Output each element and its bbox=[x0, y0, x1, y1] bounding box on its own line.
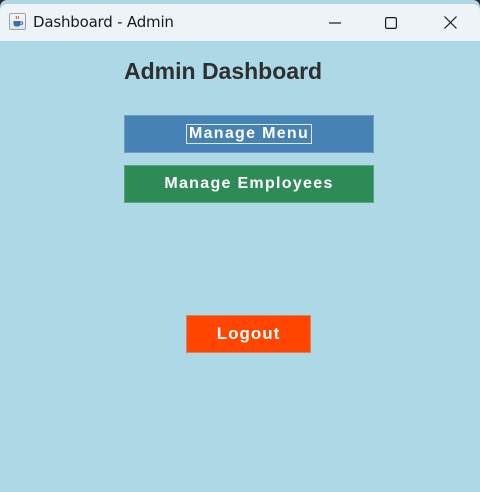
page-title: Admin Dashboard bbox=[124, 58, 323, 84]
maximize-button[interactable] bbox=[363, 4, 419, 41]
logout-button[interactable]: Logout bbox=[186, 315, 311, 353]
java-cup-icon bbox=[9, 13, 26, 30]
window-title: Dashboard - Admin bbox=[33, 13, 174, 31]
minimize-icon bbox=[329, 21, 341, 24]
manage-employees-label: Manage Employees bbox=[164, 175, 334, 192]
minimize-button[interactable] bbox=[307, 4, 363, 41]
manage-employees-button[interactable]: Manage Employees bbox=[124, 165, 374, 203]
close-icon bbox=[443, 16, 457, 29]
logout-label: Logout bbox=[216, 324, 281, 343]
close-button[interactable] bbox=[422, 4, 478, 41]
maximize-icon bbox=[385, 16, 397, 29]
title-bar[interactable]: Dashboard - Admin bbox=[0, 4, 480, 41]
manage-menu-button[interactable]: Manage Menu bbox=[124, 115, 374, 153]
manage-menu-label: Manage Menu bbox=[185, 124, 313, 144]
app-window: Dashboard - Admin Admin Dashboard Manage… bbox=[0, 0, 480, 492]
